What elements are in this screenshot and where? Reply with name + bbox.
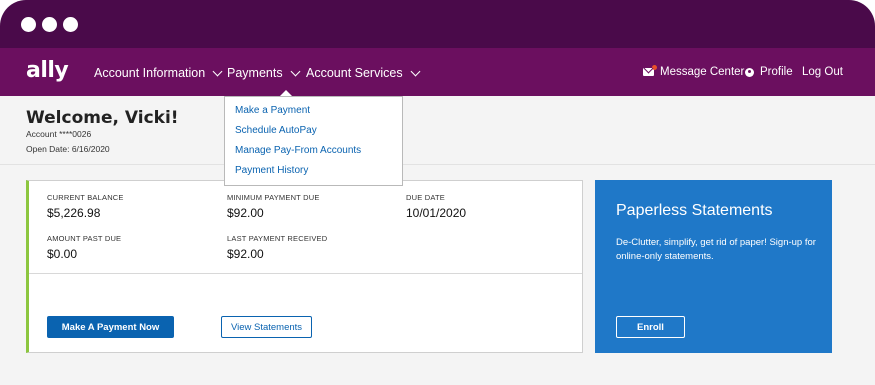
- open-date: Open Date: 6/16/2020: [26, 144, 110, 154]
- chevron-down-icon: [290, 66, 301, 76]
- due-date-value: 10/01/2020: [406, 206, 467, 220]
- current-balance-label: CURRENT BALANCE: [47, 193, 124, 202]
- promo-body: De-Clutter, simplify, get rid of paper! …: [616, 237, 816, 262]
- page-title: Welcome, Vicki!: [26, 108, 179, 128]
- window-dot-icon: [63, 17, 78, 32]
- nav-label: Account Services: [306, 66, 403, 80]
- top-navigation: ally Account Information Payments Accoun…: [0, 48, 875, 96]
- message-center-link[interactable]: Message Center: [643, 65, 745, 78]
- welcome-section: Welcome, Vicki! Account ****0026 Open Da…: [0, 96, 875, 165]
- chevron-down-icon: [410, 66, 421, 76]
- account-number: Account ****0026: [26, 129, 92, 139]
- last-payment-value: $92.00: [227, 247, 264, 261]
- browser-window: ally Account Information Payments Accoun…: [0, 0, 875, 385]
- window-dot-icon: [42, 17, 57, 32]
- amount-past-due-value: $0.00: [47, 247, 78, 261]
- logout-link[interactable]: Log Out: [802, 66, 843, 78]
- menu-item-make-payment[interactable]: Make a Payment: [235, 105, 310, 116]
- ally-logo[interactable]: ally: [26, 58, 69, 83]
- view-statements-button[interactable]: View Statements: [221, 316, 312, 338]
- window-dot-icon: [21, 17, 36, 32]
- enroll-button[interactable]: Enroll: [616, 316, 685, 338]
- main-content: Welcome, Vicki! Account ****0026 Open Da…: [0, 96, 875, 385]
- promo-title: Paperless Statements: [616, 202, 773, 219]
- nav-label: Payments: [227, 66, 283, 80]
- minimum-payment-value: $92.00: [227, 206, 264, 220]
- account-summary-card: CURRENT BALANCE $5,226.98 MINIMUM PAYMEN…: [26, 180, 583, 353]
- mail-icon: [643, 65, 657, 76]
- message-center-label: Message Center: [660, 66, 745, 78]
- divider: [29, 273, 582, 274]
- profile-link[interactable]: Profile: [745, 66, 793, 78]
- chevron-down-icon: [212, 66, 223, 76]
- menu-item-schedule-autopay[interactable]: Schedule AutoPay: [235, 125, 317, 136]
- menu-item-manage-pay-from[interactable]: Manage Pay-From Accounts: [235, 145, 361, 156]
- nav-account-information[interactable]: Account Information: [94, 66, 223, 80]
- notification-dot-icon: [652, 65, 657, 70]
- profile-icon: [745, 67, 754, 77]
- logout-label: Log Out: [802, 66, 843, 78]
- profile-label: Profile: [760, 66, 793, 78]
- minimum-payment-label: MINIMUM PAYMENT DUE: [227, 193, 320, 202]
- paperless-promo-card: Paperless Statements De-Clutter, simplif…: [595, 180, 832, 353]
- menu-item-payment-history[interactable]: Payment History: [235, 165, 308, 176]
- window-titlebar: [0, 0, 875, 48]
- due-date-label: DUE DATE: [406, 193, 445, 202]
- amount-past-due-label: AMOUNT PAST DUE: [47, 234, 122, 243]
- last-payment-label: LAST PAYMENT RECEIVED: [227, 234, 328, 243]
- make-payment-button[interactable]: Make A Payment Now: [47, 316, 174, 338]
- current-balance-value: $5,226.98: [47, 206, 101, 220]
- nav-account-services[interactable]: Account Services: [306, 66, 421, 80]
- nav-payments[interactable]: Payments: [227, 66, 301, 80]
- payments-dropdown-menu: Make a Payment Schedule AutoPay Manage P…: [224, 96, 403, 186]
- nav-label: Account Information: [94, 66, 206, 80]
